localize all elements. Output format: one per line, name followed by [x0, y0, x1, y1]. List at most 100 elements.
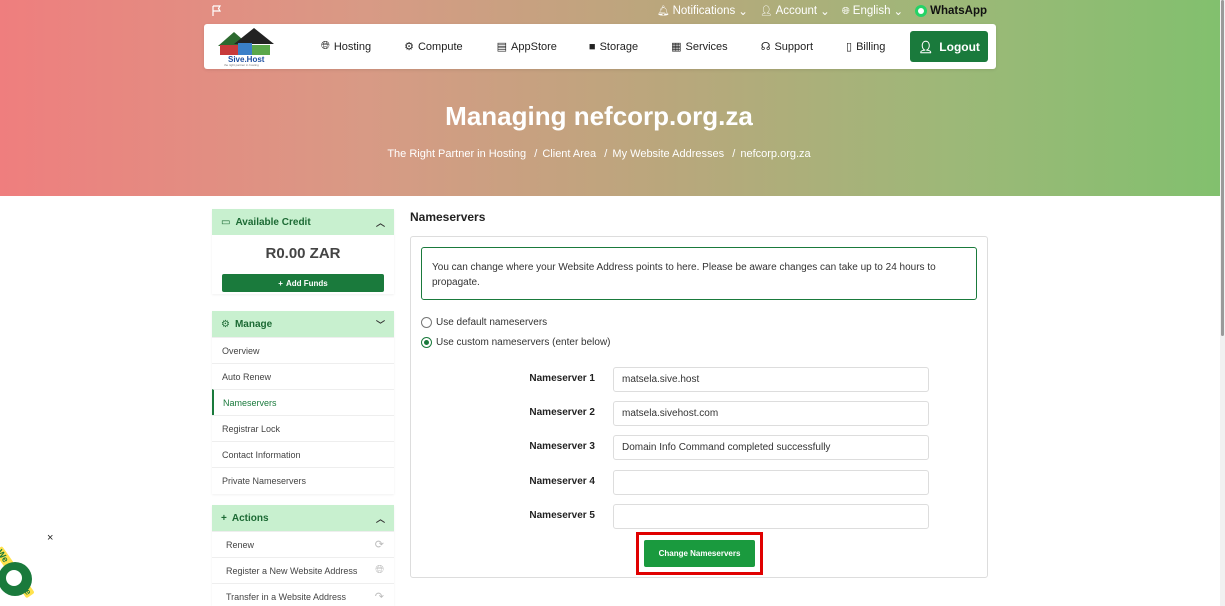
nav-item-compute[interactable]: ⚙︎ Compute — [404, 40, 463, 54]
highlight-box: Change Nameservers — [636, 532, 763, 575]
nameserver-row-4: Nameserver 4 — [411, 470, 989, 495]
add-funds-button[interactable]: + Add Funds — [222, 274, 384, 292]
user-icon: 👤︎ — [918, 39, 934, 54]
logout-button[interactable]: 👤︎ Logout — [910, 31, 988, 62]
nav-links: 🌐︎ Hosting ⚙︎ Compute ▤ AppStore ■ Storage ▦… — [321, 40, 885, 53]
radio-label: Use custom nameservers (enter below) — [436, 337, 611, 348]
nameserver-label: Nameserver 2 — [529, 407, 595, 418]
radio-circle-selected[interactable] — [421, 337, 432, 348]
whatsapp-link[interactable]: WhatsApp — [915, 5, 987, 17]
plus-icon: + — [221, 512, 227, 524]
nameserver-2-input[interactable] — [613, 401, 929, 426]
change-nameservers-button[interactable]: Change Nameservers — [644, 540, 755, 567]
action-transfer-domain[interactable]: Transfer in a Website Address ↷ — [212, 583, 394, 606]
gear-icon: ⚙︎ — [221, 318, 230, 330]
globe-icon: 🌐︎ — [841, 5, 850, 17]
notifications-menu[interactable]: 🔔︎ Notifications ⌄ — [657, 4, 748, 18]
credit-panel: ▭ Available Credit ︿ R0.00 ZAR + Add Funds — [212, 209, 394, 294]
logout-label: Logout — [939, 39, 980, 54]
gift-icon: ▦ — [671, 41, 682, 53]
nav-label: Billing — [856, 40, 886, 53]
page-title: Managing nefcorp.org.za — [445, 101, 753, 131]
nav-item-support[interactable]: ☊ Support — [760, 40, 813, 54]
breadcrumb-separator: / — [601, 148, 608, 160]
nav-item-appstore[interactable]: ▤ AppStore — [496, 40, 557, 54]
account-label: Account — [775, 5, 818, 17]
sidebar-item-auto-renew[interactable]: Auto Renew — [212, 363, 394, 389]
flag-icon[interactable] — [211, 5, 223, 17]
manage-title: Manage — [234, 318, 273, 330]
share-arrow-icon: ↷ — [374, 591, 384, 603]
globe-icon: 🌐︎ — [321, 40, 330, 52]
nav-item-billing[interactable]: ▯ Billing — [846, 40, 886, 54]
nameserver-row-5: Nameserver 5 — [411, 504, 989, 529]
add-funds-label: Add Funds — [285, 278, 328, 288]
nameserver-label: Nameserver 4 — [529, 476, 595, 487]
nameserver-1-input[interactable] — [613, 367, 929, 392]
credit-amount: R0.00 ZAR — [265, 245, 341, 262]
nav-label: Hosting — [333, 40, 372, 53]
sidebar-item-registrar-lock[interactable]: Registrar Lock — [212, 415, 394, 441]
credit-panel-header[interactable]: ▭ Available Credit ︿ — [212, 209, 394, 235]
breadcrumb: The Right Partner in Hosting / Client Ar… — [0, 148, 1198, 160]
whatsapp-icon — [915, 5, 928, 17]
nameserver-5-input[interactable] — [613, 504, 929, 529]
breadcrumb-home[interactable]: The Right Partner in Hosting — [387, 148, 526, 160]
cog-icon: ⚙︎ — [404, 41, 414, 53]
actions-title: Actions — [231, 512, 269, 524]
nameserver-4-input[interactable] — [613, 470, 929, 495]
language-menu[interactable]: 🌐︎ English ⌄ — [842, 4, 903, 18]
radio-circle[interactable] — [421, 317, 432, 328]
nav-item-services[interactable]: ▦ Services — [671, 40, 728, 54]
action-label: Renew — [226, 539, 255, 550]
close-icon[interactable]: × — [47, 532, 53, 544]
breadcrumb-separator: / — [729, 148, 736, 160]
breadcrumb-current: nefcorp.org.za — [740, 148, 811, 160]
account-menu[interactable]: 👤︎ Account ⌄ — [760, 4, 830, 18]
chevron-down-icon: ⌄ — [893, 6, 904, 18]
logo-tagline: the right partner in hosting — [224, 62, 259, 67]
breadcrumb-client-area[interactable]: Client Area — [542, 148, 596, 160]
scrollbar-thumb[interactable] — [1221, 0, 1224, 336]
document-icon: ▯ — [846, 41, 853, 53]
sidebar-item-contact-information[interactable]: Contact Information — [212, 441, 394, 467]
box-icon: ■ — [588, 40, 596, 53]
nameserver-3-input[interactable] — [613, 435, 929, 460]
nav-label: Support — [774, 40, 813, 53]
main-navbar: Sive.Host the right partner in hosting 🌐… — [204, 24, 996, 69]
chevron-down-icon: ⌄ — [738, 6, 748, 18]
user-icon: 👤︎ — [759, 5, 773, 17]
headset-icon: ☊ — [760, 41, 771, 53]
action-register-domain[interactable]: Register a New Website Address 🌐︎ — [212, 557, 394, 583]
actions-panel-header[interactable]: + Actions ︿ — [212, 505, 394, 531]
sidebar-item-private-nameservers[interactable]: Private Nameservers — [212, 467, 394, 493]
whatsapp-label: WhatsApp — [930, 5, 987, 17]
action-renew[interactable]: Renew ⟳ — [212, 531, 394, 557]
radio-custom-nameservers[interactable]: Use custom nameservers (enter below) — [421, 337, 611, 348]
section-title: Nameservers — [410, 210, 486, 224]
radio-default-nameservers[interactable]: Use default nameservers — [421, 317, 547, 328]
top-utility-bar: 🔔︎ Notifications ⌄ 👤︎ Account ⌄ 🌐︎ English ⌄ W… — [657, 4, 987, 18]
refresh-icon: ⟳ — [374, 539, 384, 551]
sidebar-item-nameservers[interactable]: Nameservers — [212, 389, 394, 415]
actions-panel: + Actions ︿ Renew ⟳ Register a New Website … — [212, 505, 394, 606]
nameserver-row-1: Nameserver 1 — [411, 367, 989, 392]
bell-icon: 🔔︎ — [656, 5, 670, 17]
language-label: English — [852, 5, 891, 17]
nav-item-hosting[interactable]: 🌐︎ Hosting — [321, 40, 371, 53]
site-logo[interactable]: Sive.Host the right partner in hosting — [214, 27, 276, 67]
nav-label: AppStore — [511, 40, 557, 53]
page-scrollbar[interactable] — [1220, 0, 1225, 606]
manage-panel-header[interactable]: ⚙︎ Manage ﹀ — [212, 311, 394, 337]
chevron-down-icon: ﹀ — [375, 319, 385, 330]
chevron-up-icon: ︿ — [375, 217, 385, 228]
breadcrumb-website-addresses[interactable]: My Website Addresses — [612, 148, 724, 160]
info-alert: You can change where your Website Addres… — [421, 247, 977, 300]
database-icon: ▤ — [496, 41, 508, 53]
plus-icon: + — [278, 278, 283, 288]
nameserver-row-2: Nameserver 2 — [411, 401, 989, 426]
credit-title: Available Credit — [235, 216, 311, 228]
chevron-up-icon: ︿ — [375, 513, 385, 524]
sidebar-item-overview[interactable]: Overview — [212, 337, 394, 363]
nav-item-storage[interactable]: ■ Storage — [589, 40, 638, 53]
